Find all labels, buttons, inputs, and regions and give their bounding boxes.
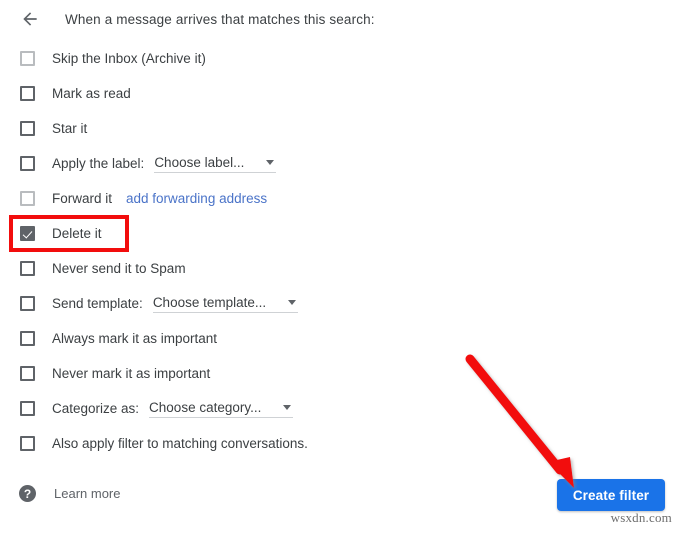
option-label: Never send it to Spam xyxy=(52,261,186,276)
watermark: wsxdn.com xyxy=(610,510,672,525)
learn-more-label: Learn more xyxy=(54,486,121,501)
checkbox-never-spam[interactable] xyxy=(20,261,35,276)
checkbox-send-template[interactable] xyxy=(20,296,35,311)
option-label: Forward it xyxy=(52,191,113,206)
checkbox-categorize-as[interactable] xyxy=(20,401,35,416)
chevron-down-icon xyxy=(288,299,297,305)
back-arrow-icon[interactable] xyxy=(18,7,42,31)
option-label: Apply the label: xyxy=(52,156,145,171)
checkbox-apply-to-matching[interactable] xyxy=(20,436,35,451)
option-row-send-template[interactable]: Send template: Choose template... xyxy=(0,286,680,321)
option-label: Skip the Inbox (Archive it) xyxy=(52,51,206,66)
choose-category-value: Choose category... xyxy=(149,399,262,415)
option-row-mark-as-read[interactable]: Mark as read xyxy=(0,76,680,111)
option-label: Mark as read xyxy=(52,86,131,101)
checkbox-skip-inbox[interactable] xyxy=(20,51,35,66)
option-row-categorize-as[interactable]: Categorize as: Choose category... xyxy=(0,391,680,426)
create-filter-button[interactable]: Create filter xyxy=(557,479,665,511)
option-row-always-important[interactable]: Always mark it as important xyxy=(0,321,680,356)
page-title: When a message arrives that matches this… xyxy=(65,11,375,27)
choose-label-dropdown[interactable]: Choose label... xyxy=(154,154,277,173)
option-row-apply-label[interactable]: Apply the label: Choose label... xyxy=(0,146,680,181)
add-forwarding-address-link[interactable]: add forwarding address xyxy=(126,191,267,206)
choose-template-value: Choose template... xyxy=(152,294,267,310)
option-row-forward-it[interactable]: Forward it add forwarding address xyxy=(0,181,680,216)
checkbox-delete-it[interactable] xyxy=(20,226,35,241)
checkbox-apply-label[interactable] xyxy=(20,156,35,171)
option-row-apply-to-matching[interactable]: Also apply filter to matching conversati… xyxy=(0,426,680,461)
filter-action-list: Skip the Inbox (Archive it) Mark as read… xyxy=(0,41,680,461)
choose-label-value: Choose label... xyxy=(154,154,245,170)
option-label: Delete it xyxy=(52,226,102,241)
checkbox-star-it[interactable] xyxy=(20,121,35,136)
chevron-down-icon xyxy=(266,159,275,165)
option-label: Categorize as: xyxy=(52,401,140,416)
option-label: Star it xyxy=(52,121,88,136)
choose-template-dropdown[interactable]: Choose template... xyxy=(152,294,299,313)
question-mark-icon: ? xyxy=(19,485,36,502)
option-label: Always mark it as important xyxy=(52,331,218,346)
option-row-skip-inbox[interactable]: Skip the Inbox (Archive it) xyxy=(0,41,680,76)
chevron-down-icon xyxy=(283,404,292,410)
checkbox-forward-it[interactable] xyxy=(20,191,35,206)
option-row-never-important[interactable]: Never mark it as important xyxy=(0,356,680,391)
learn-more-link[interactable]: ? Learn more xyxy=(19,485,120,502)
option-label: Never mark it as important xyxy=(52,366,211,381)
checkbox-always-important[interactable] xyxy=(20,331,35,346)
checkbox-mark-as-read[interactable] xyxy=(20,86,35,101)
panel-header: When a message arrives that matches this… xyxy=(0,0,680,38)
option-label: Send template: xyxy=(52,296,143,311)
option-row-star-it[interactable]: Star it xyxy=(0,111,680,146)
option-row-never-spam[interactable]: Never send it to Spam xyxy=(0,251,680,286)
option-row-delete-it[interactable]: Delete it xyxy=(0,216,680,251)
checkbox-never-important[interactable] xyxy=(20,366,35,381)
choose-category-dropdown[interactable]: Choose category... xyxy=(149,399,294,418)
option-label: Also apply filter to matching conversati… xyxy=(52,436,308,451)
